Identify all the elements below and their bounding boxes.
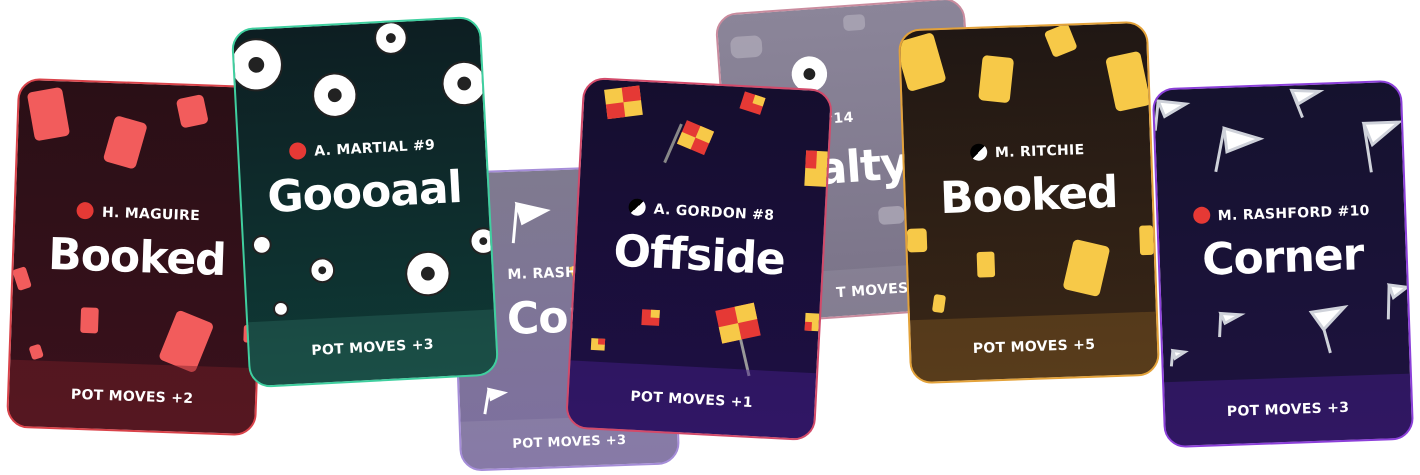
pot-moves-label: POT MOVES +3 bbox=[1164, 373, 1413, 447]
pot-moves-label: POT MOVES +3 bbox=[248, 309, 498, 387]
event-card-offside[interactable]: A. GORDON #8 Offside POT MOVES +1 bbox=[564, 76, 834, 442]
team-color-dot bbox=[76, 201, 95, 220]
event-card-booked-red[interactable]: H. MAGUIRE Booked POT MOVES +2 bbox=[5, 77, 269, 437]
team-color-dot bbox=[969, 143, 988, 162]
event-title: Booked bbox=[47, 228, 227, 287]
event-card-corner[interactable]: M. RASHFORD #10 Corner POT MOVES +3 bbox=[1151, 79, 1415, 449]
event-title: Corner bbox=[1201, 229, 1365, 286]
event-card-booked-yellow[interactable]: M. RITCHIE Booked POT MOVES +5 bbox=[897, 20, 1161, 385]
pot-moves-label: POT MOVES +1 bbox=[567, 360, 817, 440]
team-color-dot bbox=[1192, 206, 1211, 225]
pot-moves-label: POT MOVES +2 bbox=[8, 359, 257, 435]
pot-moves-label: POT MOVES +5 bbox=[910, 311, 1159, 383]
team-color-dot bbox=[628, 198, 647, 217]
team-color-dot bbox=[288, 142, 307, 160]
event-card-goal[interactable]: A. MARTIAL #9 Goooaal POT MOVES +3 bbox=[230, 15, 500, 389]
event-title: Booked bbox=[939, 166, 1119, 225]
